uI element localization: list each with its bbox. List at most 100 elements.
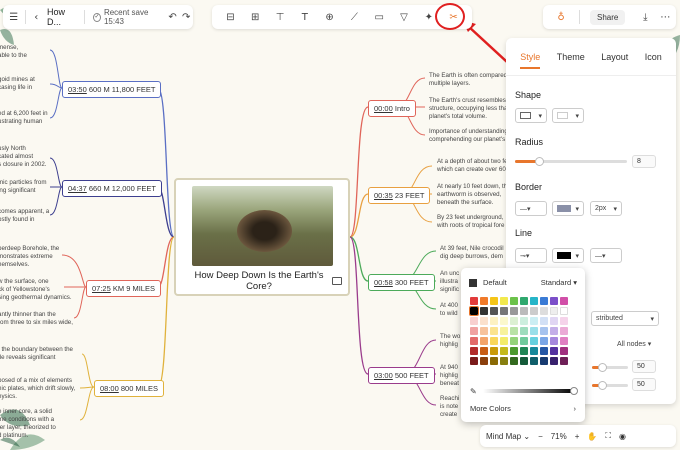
- color-swatch[interactable]: [540, 327, 548, 335]
- color-swatch[interactable]: [530, 347, 538, 355]
- color-swatch[interactable]: [490, 347, 498, 355]
- color-swatch[interactable]: [550, 327, 558, 335]
- color-swatch[interactable]: [530, 297, 538, 305]
- color-swatch[interactable]: [490, 307, 498, 315]
- color-swatch[interactable]: [510, 317, 518, 325]
- line-color-select[interactable]: ▾: [552, 248, 584, 263]
- color-swatch[interactable]: [480, 357, 488, 365]
- branch-00-35[interactable]: 00:35 23 FEET: [368, 187, 431, 204]
- leaf-text[interactable]: e inner core, a solid me conditions with…: [0, 408, 138, 440]
- color-swatch[interactable]: [470, 357, 478, 365]
- color-swatch[interactable]: [540, 297, 548, 305]
- color-swatch[interactable]: [540, 317, 548, 325]
- color-swatch[interactable]: [490, 327, 498, 335]
- leaf-text[interactable]: antly thinner than the rom three to six …: [0, 311, 138, 327]
- border-style-select[interactable]: —▾: [515, 201, 547, 216]
- leaf-text[interactable]: posed of a mix of elements nic plates, w…: [0, 377, 138, 401]
- color-swatch[interactable]: [520, 317, 528, 325]
- color-swatch[interactable]: [540, 307, 548, 315]
- color-swatch[interactable]: [530, 337, 538, 345]
- color-swatch[interactable]: [490, 337, 498, 345]
- distribution-select[interactable]: stributed ▾: [591, 311, 659, 326]
- color-swatch[interactable]: [550, 317, 558, 325]
- summary-icon[interactable]: ▽: [396, 9, 412, 25]
- color-swatch[interactable]: [520, 347, 528, 355]
- value-a[interactable]: 50: [632, 360, 656, 373]
- boundary-icon[interactable]: ▭: [371, 9, 387, 25]
- preview-eye-icon[interactable]: ◉: [619, 432, 626, 441]
- color-swatch[interactable]: [470, 337, 478, 345]
- value-b[interactable]: 50: [632, 378, 656, 391]
- image-icon[interactable]: [332, 277, 342, 285]
- color-swatch[interactable]: [550, 297, 558, 305]
- relationship-icon[interactable]: ⟋: [346, 9, 362, 25]
- color-swatch[interactable]: [540, 357, 548, 365]
- document-title[interactable]: How D...: [47, 7, 76, 27]
- add-icon[interactable]: ⊕: [322, 9, 338, 25]
- leaf-text[interactable]: The Earth's crust resembles a structure,…: [429, 97, 514, 121]
- color-swatch[interactable]: [480, 307, 488, 315]
- leaf-text[interactable]: At nearly 10 feet down, th earthworm is …: [437, 183, 512, 207]
- color-swatch[interactable]: [530, 357, 538, 365]
- shape-select[interactable]: ▾: [515, 108, 547, 123]
- leaf-text[interactable]: Importance of understanding comprehendin…: [429, 128, 514, 144]
- color-swatch[interactable]: [560, 317, 568, 325]
- color-swatch[interactable]: [470, 327, 478, 335]
- line-style-select[interactable]: —▾: [590, 248, 622, 263]
- export-icon[interactable]: ⤓: [637, 9, 653, 25]
- color-swatch[interactable]: [520, 357, 528, 365]
- color-swatch[interactable]: [550, 347, 558, 355]
- palette-select[interactable]: Standard ▾: [541, 278, 577, 287]
- color-swatch[interactable]: [510, 297, 518, 305]
- hand-tool-icon[interactable]: ✋: [587, 432, 597, 441]
- fullscreen-icon[interactable]: ⛶: [605, 431, 611, 441]
- color-swatch[interactable]: [500, 337, 508, 345]
- all-nodes-select[interactable]: All nodes ▾: [617, 340, 651, 348]
- color-swatch[interactable]: [530, 307, 538, 315]
- leaf-text[interactable]: mense, able to the: [0, 44, 138, 60]
- branch-00-00[interactable]: 00:00 Intro: [368, 100, 416, 117]
- color-swatch[interactable]: [500, 297, 508, 305]
- leaf-text[interactable]: Reachi is note create: [440, 395, 462, 419]
- color-swatch[interactable]: [520, 337, 528, 345]
- color-swatch[interactable]: [520, 307, 528, 315]
- zoom-in-icon[interactable]: +: [575, 432, 580, 441]
- tab-icon[interactable]: Icon: [645, 52, 662, 69]
- color-swatch[interactable]: [560, 327, 568, 335]
- color-swatch[interactable]: [510, 307, 518, 315]
- view-mode-select[interactable]: Mind Map ⌄: [486, 432, 530, 441]
- border-color-select[interactable]: ▾: [552, 201, 584, 216]
- subtopic-icon[interactable]: ⊟: [222, 9, 238, 25]
- eyedropper-icon[interactable]: ✎: [470, 387, 477, 396]
- color-swatch[interactable]: [520, 297, 528, 305]
- color-swatch[interactable]: [500, 347, 508, 355]
- central-topic-node[interactable]: How Deep Down Is the Earth's Core?: [174, 178, 350, 296]
- slider-b[interactable]: [592, 381, 628, 390]
- color-swatch[interactable]: [480, 317, 488, 325]
- color-swatch[interactable]: [469, 306, 479, 316]
- color-swatch[interactable]: [490, 297, 498, 305]
- color-swatch[interactable]: [500, 307, 508, 315]
- leaf-text[interactable]: At 400 to wild: [440, 302, 462, 318]
- format-painter-icon[interactable]: ⊤: [272, 9, 288, 25]
- color-swatch[interactable]: [530, 327, 538, 335]
- color-swatch[interactable]: [560, 347, 568, 355]
- menu-icon[interactable]: ☰: [7, 9, 21, 25]
- default-label[interactable]: Default: [483, 278, 507, 287]
- color-swatch[interactable]: [490, 317, 498, 325]
- leaf-text[interactable]: goid mines at casing life in: [0, 76, 138, 92]
- leaf-text[interactable]: By 23 feet underground, with roots of tr…: [437, 214, 512, 230]
- leaf-text[interactable]: mic particles from ing significant: [0, 179, 138, 195]
- color-swatch[interactable]: [500, 327, 508, 335]
- leaf-text[interactable]: comes apparent, a ostly found in: [0, 208, 138, 224]
- color-swatch[interactable]: [540, 337, 548, 345]
- branch-03-00[interactable]: 03:00 500 FEET: [368, 367, 435, 384]
- leaf-text[interactable]: w the surface, one ck of Yellowstone's s…: [0, 278, 138, 302]
- color-swatch[interactable]: [500, 357, 508, 365]
- color-swatch[interactable]: [560, 297, 568, 305]
- color-swatch[interactable]: [540, 347, 548, 355]
- line-type-select[interactable]: ⊸▾: [515, 248, 547, 263]
- radius-value[interactable]: 8: [632, 155, 656, 168]
- color-swatch[interactable]: [560, 357, 568, 365]
- color-swatch[interactable]: [470, 317, 478, 325]
